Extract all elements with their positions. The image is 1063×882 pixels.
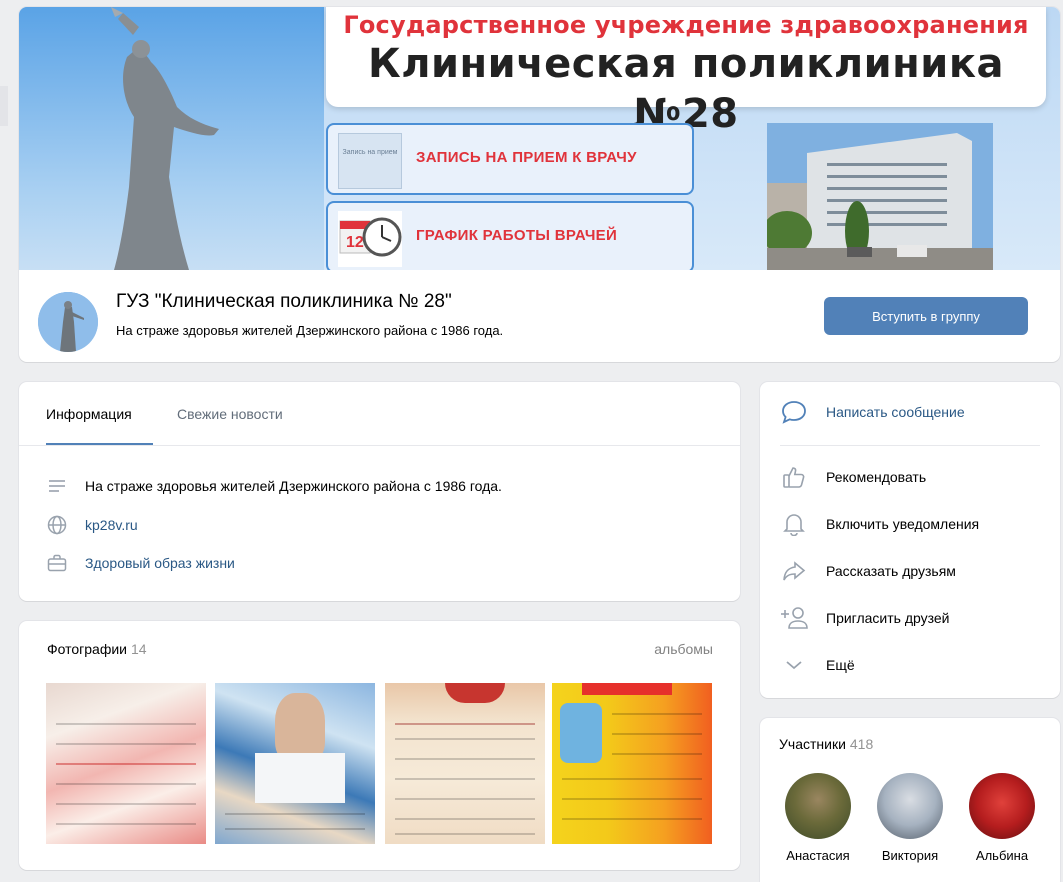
members-count: 418 <box>849 736 874 752</box>
globe-icon <box>46 514 68 536</box>
info-row-status: На страже здоровья жителей Дзержинского … <box>46 475 502 497</box>
info-status-text: На страже здоровья жителей Дзержинского … <box>85 478 502 494</box>
bell-icon <box>780 511 808 537</box>
member-item[interactable]: Альбина <box>963 773 1041 863</box>
schedule-banner-label: ГРАФИК РАБОТЫ ВРАЧЕЙ <box>416 227 618 244</box>
photo-thumbnail[interactable] <box>46 683 206 844</box>
actions-panel: Написать сообщение Рекомендовать Включит… <box>760 382 1060 698</box>
svg-text:12: 12 <box>346 234 364 251</box>
chevron-down-icon <box>780 652 808 678</box>
photos-title-label: Фотографии <box>47 641 128 657</box>
photos-title[interactable]: Фотографии 14 <box>47 641 147 657</box>
recommend-action[interactable]: Рекомендовать <box>780 464 926 490</box>
info-row-website[interactable]: kp28v.ru <box>46 514 138 536</box>
write-message-action[interactable]: Написать сообщение <box>780 399 965 425</box>
avatar <box>877 773 943 839</box>
member-item[interactable]: Виктория <box>871 773 949 863</box>
appointment-thumbnail: Запись на прием <box>338 133 402 189</box>
invite-friends-label: Пригласить друзей <box>826 610 950 626</box>
member-name: Виктория <box>881 848 939 863</box>
actions-divider <box>780 445 1040 446</box>
avatar <box>785 773 851 839</box>
join-group-button[interactable]: Вступить в группу <box>824 297 1028 335</box>
group-name: ГУЗ "Клиническая поликлиника № 28" <box>116 291 452 312</box>
photo-thumbnail[interactable] <box>385 683 545 844</box>
info-row-topic[interactable]: Здоровый образ жизни <box>46 552 235 574</box>
photo-thumbnail[interactable] <box>215 683 375 844</box>
cover-title-top: Государственное учреждение здравоохранен… <box>343 11 1029 39</box>
lines-icon <box>46 475 68 497</box>
members-block: Участники 418 Анастасия Виктория Альбина <box>760 718 1060 882</box>
appointment-thumb-text: Запись на прием <box>342 149 398 156</box>
albums-link[interactable]: альбомы <box>654 641 713 657</box>
cover-schedule-banner[interactable]: 12 ГРАФИК РАБОТЫ ВРАЧЕЙ <box>326 201 694 270</box>
enable-notifications-action[interactable]: Включить уведомления <box>780 511 979 537</box>
members-title[interactable]: Участники 418 <box>779 736 873 752</box>
write-message-label: Написать сообщение <box>826 404 965 420</box>
group-cover[interactable]: Государственное учреждение здравоохранен… <box>19 7 1060 270</box>
avatar <box>969 773 1035 839</box>
share-with-friends-action[interactable]: Рассказать друзьям <box>780 558 956 584</box>
photos-count: 14 <box>131 641 147 657</box>
group-avatar[interactable] <box>38 292 98 352</box>
invite-friends-action[interactable]: Пригласить друзей <box>780 605 950 631</box>
group-status: На страже здоровья жителей Дзержинского … <box>116 323 504 338</box>
page-edge <box>0 86 8 126</box>
share-arrow-icon <box>780 558 808 584</box>
topic-link[interactable]: Здоровый образ жизни <box>85 555 235 571</box>
member-name: Альбина <box>975 848 1029 863</box>
info-panel: Информация Свежие новости На страже здор… <box>19 382 740 601</box>
member-name: Анастасия <box>786 848 850 863</box>
clock-calendar-icon: 12 <box>338 211 402 267</box>
statue-image <box>111 7 219 270</box>
group-header: Государственное учреждение здравоохранен… <box>19 7 1060 362</box>
website-link[interactable]: kp28v.ru <box>85 517 138 533</box>
members-title-label: Участники <box>779 736 846 752</box>
message-bubble-icon <box>780 399 808 425</box>
recommend-label: Рекомендовать <box>826 469 927 485</box>
more-label: Ещё <box>826 657 855 673</box>
tab-latest-news[interactable]: Свежие новости <box>177 406 283 422</box>
enable-notifications-label: Включить уведомления <box>826 516 980 532</box>
photo-thumbnail[interactable] <box>552 683 712 844</box>
more-actions[interactable]: Ещё <box>780 652 855 678</box>
cover-appointment-banner[interactable]: Запись на прием ЗАПИСЬ НА ПРИЕМ К ВРАЧУ <box>326 123 694 195</box>
share-with-friends-label: Рассказать друзьям <box>826 563 956 579</box>
hospital-building-photo <box>767 123 993 270</box>
briefcase-icon <box>46 552 68 574</box>
appointment-banner-label: ЗАПИСЬ НА ПРИЕМ К ВРАЧУ <box>416 149 637 166</box>
add-user-icon <box>780 605 808 631</box>
cover-title-box: Государственное учреждение здравоохранен… <box>326 7 1046 137</box>
member-item[interactable]: Анастасия <box>779 773 857 863</box>
thumbs-up-icon <box>780 464 808 490</box>
info-tabs: Информация Свежие новости <box>19 382 740 446</box>
active-tab-indicator <box>46 443 153 445</box>
photos-block: Фотографии 14 альбомы <box>19 621 740 870</box>
tab-information[interactable]: Информация <box>46 406 132 422</box>
